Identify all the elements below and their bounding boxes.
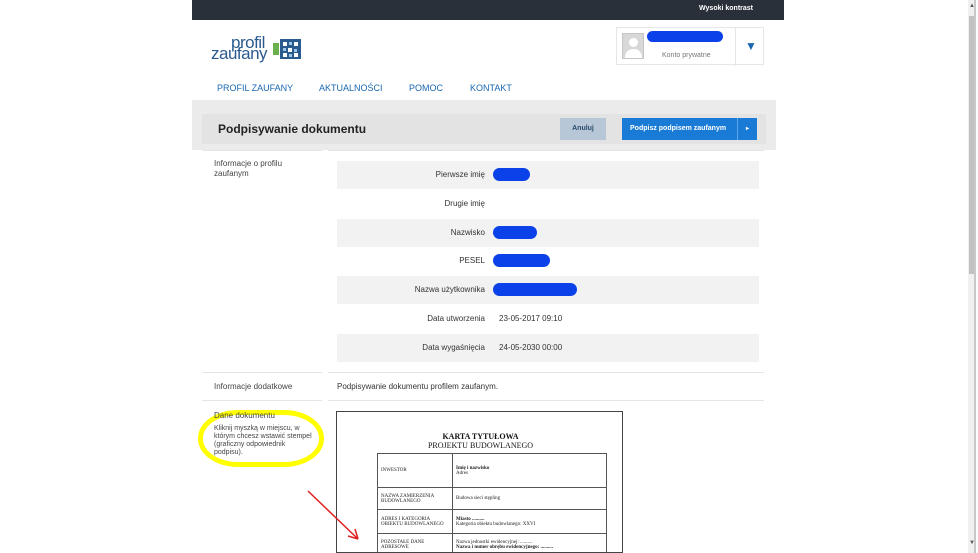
document-table: INWESTOR Imię i nazwisko Adres NAZWA ZAM…	[377, 453, 607, 552]
divider	[328, 400, 764, 401]
section-label-profile-info: Informacje o profilu zaufanym	[214, 159, 283, 178]
document-click-hint: Kliknij myszką w miejscu, w którym chces…	[214, 425, 312, 456]
divider	[202, 400, 322, 401]
nav-item-kontakt[interactable]: KONTAKT	[470, 83, 512, 93]
browser-page: Wysoki kontrast profil zaufany Konto pry…	[192, 0, 976, 553]
page-title: Podpisywanie dokumentu	[218, 122, 367, 136]
field-value: 24-05-2030 00:00	[499, 343, 563, 352]
table-cell-value: Nazwa jednostki ewidencyjnej: ..........…	[452, 533, 607, 552]
table-row: NAZWA ZAMIERZENIA BUDOWLANEGO Budowa sie…	[377, 487, 607, 510]
field-row-pesel: PESEL	[337, 247, 759, 275]
site-header: profil zaufany Konto prywatne ▼	[192, 20, 776, 71]
account-type-label: Konto prywatne	[662, 52, 711, 59]
section-label-additional-info: Informacje dodatkowe	[214, 382, 293, 391]
top-bar: Wysoki kontrast	[192, 0, 784, 20]
profil-zaufany-logo[interactable]: profil zaufany	[211, 33, 311, 63]
redacted-value	[493, 168, 530, 181]
redacted-value	[493, 226, 537, 239]
table-cell-label: POZOSTAŁE DANE ADRESOWE	[377, 533, 453, 552]
field-value: 23-05-2017 09:10	[499, 314, 563, 323]
table-cell-label: NAZWA ZAMIERZENIA BUDOWLANEGO	[377, 487, 453, 510]
table-cell-value: Imię i nazwisko Adres	[452, 453, 607, 488]
table-cell-label: INWESTOR	[377, 453, 453, 488]
field-label: Nazwa użytkownika	[414, 285, 485, 294]
field-row-surname: Nazwisko	[337, 219, 759, 247]
high-contrast-link[interactable]: Wysoki kontrast	[699, 5, 753, 12]
account-divider	[735, 28, 736, 66]
table-row: INWESTOR Imię i nazwisko Adres	[377, 453, 607, 488]
sign-button-label: Podpisz podpisem zaufanym	[630, 125, 727, 132]
document-heading: KARTA TYTUŁOWA	[442, 432, 519, 441]
sign-button[interactable]: Podpisz podpisem zaufanym ▸	[622, 118, 757, 140]
table-cell-value: Miasto .......... Kategoria obiektu budo…	[452, 509, 607, 534]
divider	[328, 150, 764, 151]
window-edge	[974, 0, 976, 553]
divider	[202, 372, 322, 373]
field-row-username: Nazwa użytkownika	[337, 276, 759, 304]
red-arrow-annotation	[307, 490, 359, 540]
section-label-document-data: Dane dokumentu	[214, 411, 275, 420]
table-cell-value-text: Adres	[456, 470, 468, 476]
field-row-created: Data utworzenia 23-05-2017 09:10	[337, 305, 759, 333]
table-cell-label: ADRES I KATEGORIA OBIEKTU BUDOWLANEGO	[377, 509, 453, 534]
nav-item-aktualnosci[interactable]: AKTUALNOŚCI	[319, 83, 383, 93]
field-row-second-name: Drugie imię	[337, 190, 759, 218]
account-menu[interactable]: Konto prywatne ▼	[616, 27, 764, 66]
table-row: ADRES I KATEGORIA OBIEKTU BUDOWLANEGO Mi…	[377, 509, 607, 534]
title-bar: Podpisywanie dokumentu Anuluj Podpisz po…	[192, 100, 776, 150]
divider	[328, 372, 764, 373]
nav-item-pomoc[interactable]: POMOC	[409, 83, 443, 93]
redacted-value	[493, 283, 577, 296]
document-subheading: PROJEKTU BUDOWLANEGO	[427, 441, 534, 450]
table-cell-value: Budowa sieci stępling	[452, 487, 607, 510]
arrow-right-icon: ▸	[737, 118, 757, 140]
table-cell-value-text: Kategoria obiektu budowlanego: XXVI	[456, 521, 536, 527]
avatar-icon	[622, 33, 644, 59]
field-label: Pierwsze imię	[435, 170, 485, 179]
field-row-first-name: Pierwsze imię	[337, 161, 759, 189]
document-preview[interactable]: KARTA TYTUŁOWA PROJEKTU BUDOWLANEGO INWE…	[336, 411, 623, 553]
divider	[202, 150, 322, 151]
additional-info-text: Podpisywanie dokumentu profilem zaufanym…	[337, 382, 498, 391]
logo-text-zaufany: zaufany	[211, 44, 268, 63]
main-nav: PROFIL ZAUFANY AKTUALNOŚCI POMOC KONTAKT	[192, 71, 776, 100]
cancel-button[interactable]: Anuluj	[560, 118, 606, 140]
field-label: Data utworzenia	[427, 314, 485, 323]
table-cell-value-bold: Nazwa i numer obrębu ewidencyjnego: ....…	[456, 544, 553, 550]
field-row-expires: Data wygaśnięcia 24-05-2030 00:00	[337, 334, 759, 362]
field-label: Nazwisko	[450, 228, 485, 237]
redacted-user-name	[647, 31, 723, 42]
logo-mark-icon	[273, 39, 301, 59]
field-label: PESEL	[459, 256, 485, 265]
chevron-down-icon[interactable]: ▼	[745, 39, 757, 53]
table-row: POZOSTAŁE DANE ADRESOWE Nazwa jednostki …	[377, 533, 607, 552]
redacted-value	[493, 254, 550, 267]
field-label: Drugie imię	[444, 199, 485, 208]
field-label: Data wygaśnięcia	[422, 343, 485, 352]
nav-item-profil-zaufany[interactable]: PROFIL ZAUFANY	[217, 83, 293, 93]
